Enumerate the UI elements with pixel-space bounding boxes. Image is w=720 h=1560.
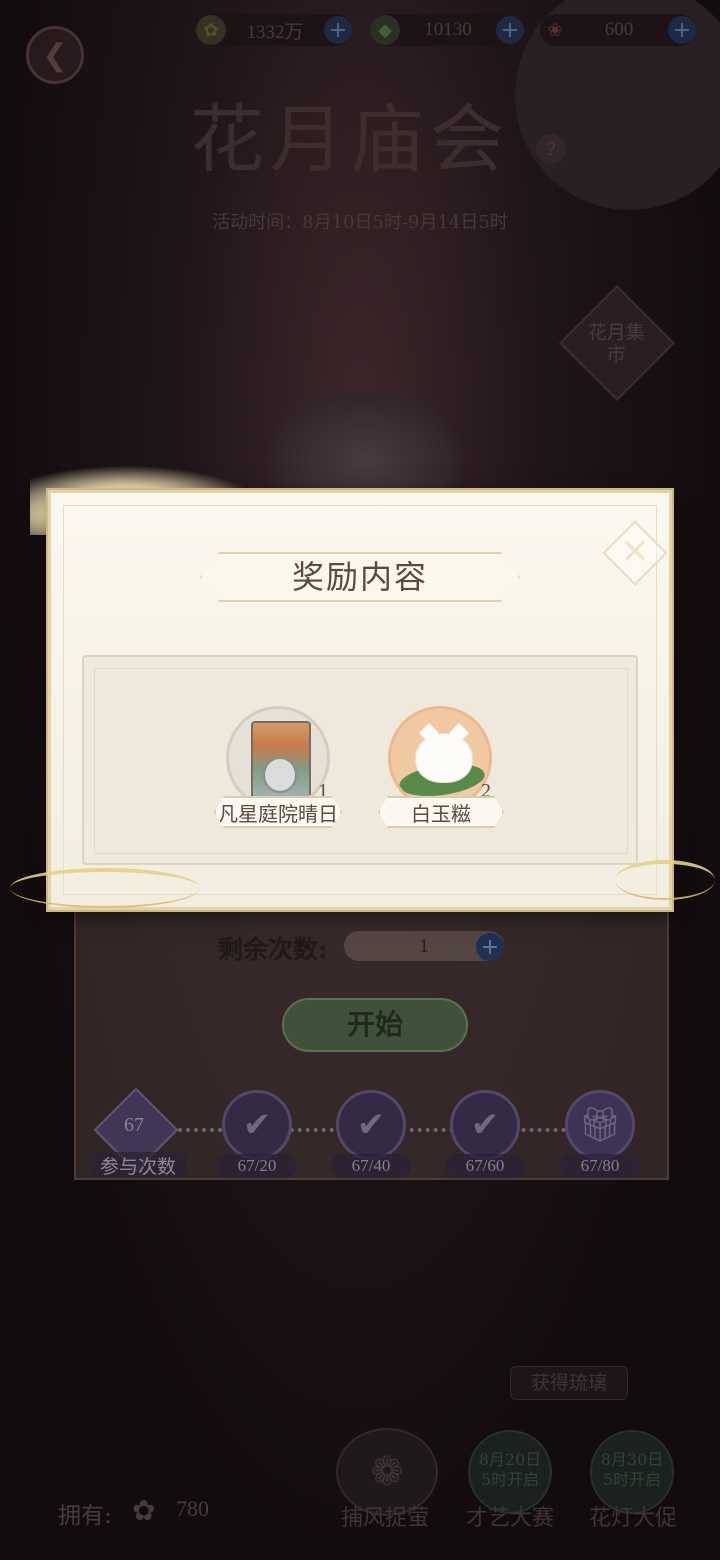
modal-title: 奖励内容 xyxy=(291,558,428,596)
reward-list-border xyxy=(94,668,628,854)
gold-swirl-right xyxy=(615,860,715,900)
rice-cake-icon xyxy=(415,723,473,783)
reward-name: 白玉糍 xyxy=(378,796,504,828)
reward-item-rice-cake[interactable] xyxy=(388,706,492,810)
reward-item-courtyard[interactable] xyxy=(226,706,330,810)
reward-name: 凡星庭院晴日 xyxy=(214,796,342,828)
close-icon[interactable]: ✕ xyxy=(612,529,658,575)
moon-gate-icon xyxy=(263,757,297,793)
modal-title-plate: 奖励内容 xyxy=(200,552,520,602)
gold-swirl-left xyxy=(10,868,200,908)
